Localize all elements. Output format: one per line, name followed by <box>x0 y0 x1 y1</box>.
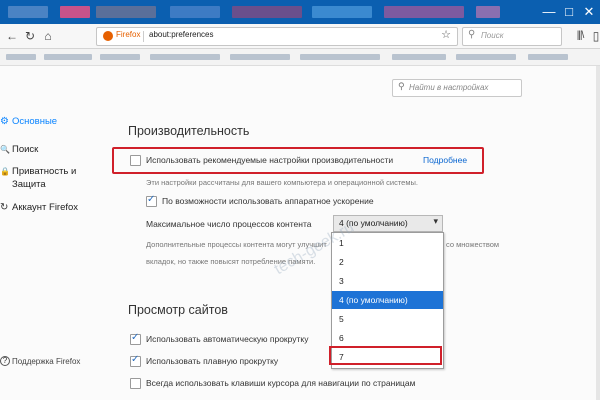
blurred-bookmark[interactable] <box>300 54 380 60</box>
max-processes-label: Максимальное число процессов контента <box>146 219 312 229</box>
search-icon: ⚲ <box>468 29 476 40</box>
option-label: 2 <box>339 257 344 267</box>
dropdown-option-selected[interactable]: 4 (по умолчанию) <box>332 291 443 309</box>
sidebar-toggle-icon[interactable]: ▯ <box>588 28 600 44</box>
blurred-bookmark[interactable] <box>44 54 92 60</box>
option-label: 3 <box>339 276 344 286</box>
blurred-tab <box>60 6 90 18</box>
autoscroll-label: Использовать автоматическую прокрутку <box>146 334 309 344</box>
smooth-scroll-checkbox[interactable] <box>130 354 141 367</box>
blurred-bookmark[interactable] <box>150 54 220 60</box>
url-bar[interactable]: Firefox about:preferences ☆ <box>96 27 458 46</box>
reload-icon[interactable]: ↻ <box>22 28 38 44</box>
firefox-logo-icon <box>103 31 113 41</box>
url-text[interactable]: about:preferences <box>149 30 214 39</box>
search-icon: 🔍 <box>0 145 10 154</box>
bookmarks-bar <box>0 49 600 66</box>
blurred-tab <box>476 6 500 18</box>
blurred-bookmark[interactable] <box>456 54 516 60</box>
dropdown-option[interactable]: 6 <box>332 329 443 347</box>
option-label: 5 <box>339 314 344 324</box>
find-placeholder: Найти в настройках <box>409 83 489 92</box>
caret-browsing-checkbox[interactable] <box>130 378 141 389</box>
sidebar-item-account[interactable]: ↻ Аккаунт Firefox <box>0 202 100 214</box>
gear-icon: ⚙ <box>0 116 9 127</box>
back-icon[interactable]: ← <box>4 28 20 44</box>
blurred-tab <box>8 6 48 18</box>
performance-heading: Производительность <box>128 124 250 138</box>
hardware-acceleration-checkbox[interactable] <box>146 194 157 207</box>
sidebar-item-label: Приватность и <box>12 166 77 177</box>
blurred-tab <box>384 6 464 18</box>
sync-icon: ↻ <box>0 202 9 213</box>
sidebar-item-label-line2: Защита <box>12 179 46 190</box>
sidebar-item-privacy[interactable]: 🔒 Приватность и Защита <box>0 166 100 192</box>
search-placeholder: Поиск <box>481 31 504 40</box>
autoscroll-checkbox[interactable] <box>130 332 141 345</box>
divider <box>143 31 144 42</box>
highlight-box <box>112 147 484 174</box>
blurred-tab <box>96 6 156 18</box>
library-icon[interactable]: |||\ <box>572 28 588 44</box>
blurred-bookmark[interactable] <box>100 54 140 60</box>
help-icon: ? <box>0 356 10 366</box>
blurred-bookmark[interactable] <box>6 54 36 60</box>
blurred-tab <box>232 6 302 18</box>
dropdown-option[interactable]: 5 <box>332 310 443 328</box>
hardware-acceleration-label: По возможности использовать аппаратное у… <box>162 196 374 206</box>
identity-label: Firefox <box>116 30 141 39</box>
smooth-scroll-label: Использовать плавную прокрутку <box>146 356 279 366</box>
process-description-tail: со множеством <box>446 240 500 249</box>
scrollbar[interactable] <box>596 66 600 400</box>
home-icon[interactable]: ⌂ <box>40 28 56 44</box>
blurred-tab <box>312 6 372 18</box>
caret-browsing-label: Всегда использовать клавиши курсора для … <box>146 378 416 388</box>
lock-icon: 🔒 <box>0 167 10 176</box>
title-bar: — □ ✕ <box>0 0 600 26</box>
browsing-heading: Просмотр сайтов <box>128 303 228 317</box>
recommended-description: Эти настройки рассчитаны для вашего комп… <box>146 178 418 187</box>
support-link[interactable]: ? Поддержка Firefox <box>0 356 100 368</box>
highlight-box <box>329 346 442 365</box>
minimize-button[interactable]: — <box>540 3 558 21</box>
blurred-bookmark[interactable] <box>528 54 568 60</box>
chevron-down-icon: ▾ <box>433 216 438 226</box>
dropdown-option[interactable]: 2 <box>332 253 443 271</box>
blurred-bookmark[interactable] <box>230 54 290 60</box>
blurred-bookmark[interactable] <box>392 54 446 60</box>
sidebar-item-label: Аккаунт Firefox <box>12 202 79 213</box>
blurred-tab <box>170 6 220 18</box>
close-button[interactable]: ✕ <box>580 3 598 21</box>
maximize-button[interactable]: □ <box>560 3 578 21</box>
sidebar-item-general[interactable]: ⚙ Основные <box>0 116 100 128</box>
search-icon: ⚲ <box>398 81 405 91</box>
find-in-settings-input[interactable]: ⚲ Найти в настройках <box>392 79 522 97</box>
preferences-sidebar: ⚙ Основные 🔍 Поиск 🔒 Приватность и Защит… <box>0 66 110 400</box>
option-label: 6 <box>339 333 344 343</box>
sidebar-item-label: Основные <box>12 116 58 127</box>
sidebar-item-label: Поиск <box>12 144 39 155</box>
sidebar-item-search[interactable]: 🔍 Поиск <box>0 144 100 156</box>
search-input[interactable]: ⚲ Поиск <box>462 27 562 46</box>
support-label: Поддержка Firefox <box>12 357 81 366</box>
bookmark-star-icon[interactable]: ☆ <box>441 28 451 41</box>
option-label: 4 (по умолчанию) <box>339 295 408 305</box>
dropdown-option[interactable]: 3 <box>332 272 443 290</box>
